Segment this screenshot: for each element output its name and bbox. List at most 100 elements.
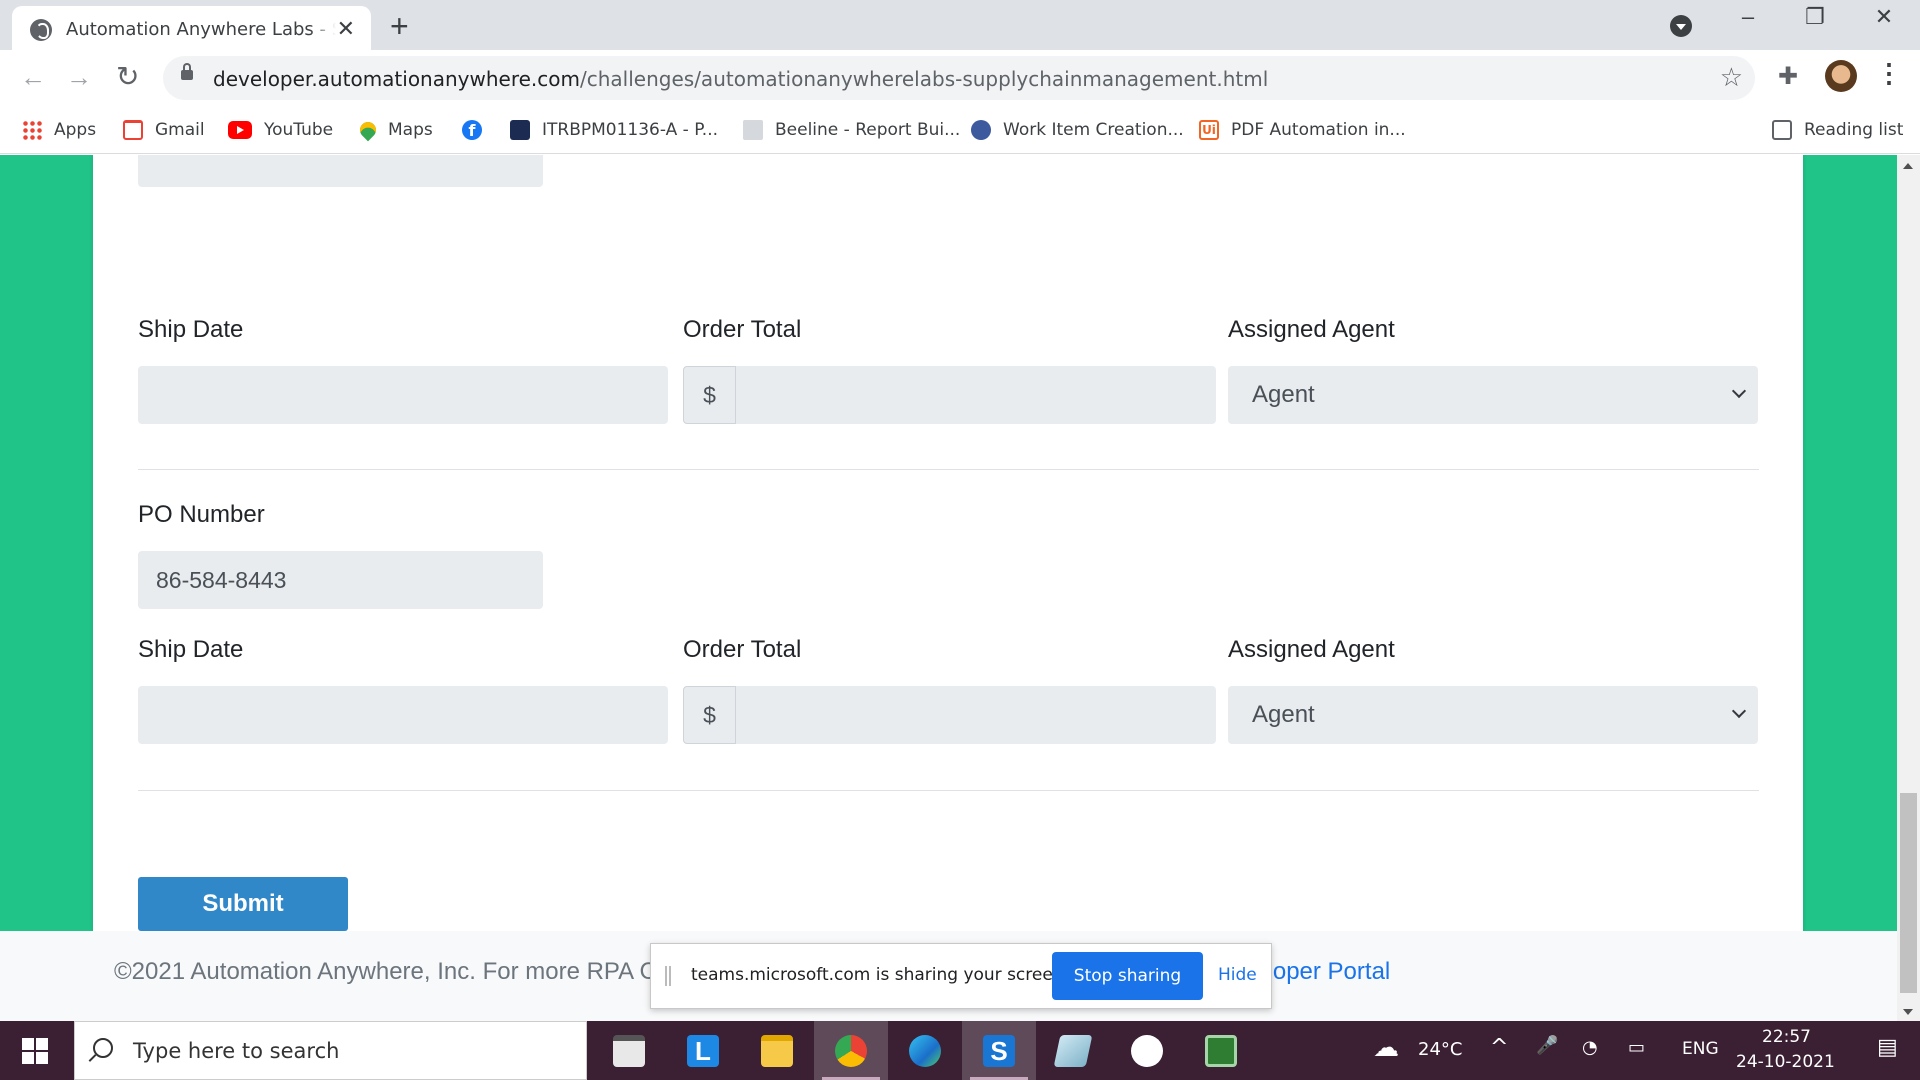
- address-bar[interactable]: developer.automationanywhere.com/challen…: [163, 56, 1755, 100]
- search-icon: [93, 1038, 113, 1058]
- agent-select-value: Agent: [1252, 381, 1315, 408]
- notifications-icon[interactable]: ▤: [1877, 1035, 1898, 1060]
- reload-icon[interactable]: ↻: [116, 60, 139, 93]
- system-tray: ☁ 24°C ^ 🎤 ◔ ▭ ENG 22:57 24-10-2021 ▤: [1360, 1021, 1920, 1080]
- weather-cloud-icon[interactable]: ☁: [1373, 1033, 1399, 1063]
- bookmark-work-item[interactable]: Work Item Creation...: [971, 118, 1184, 142]
- assigned-agent-select[interactable]: Agent: [1228, 686, 1758, 744]
- file-explorer-app[interactable]: [740, 1021, 814, 1080]
- tab-search-icon[interactable]: [1670, 15, 1692, 37]
- scroll-up-arrow-icon[interactable]: [1903, 163, 1913, 169]
- order-total-label: Order Total: [683, 636, 802, 663]
- order-total-field[interactable]: [736, 366, 1216, 424]
- chevron-down-icon: [1731, 703, 1747, 719]
- battery-icon[interactable]: ▭: [1628, 1037, 1645, 1058]
- clock-date[interactable]: 24-10-2021: [1736, 1052, 1835, 1072]
- restore-icon[interactable]: ❐: [1795, 4, 1835, 30]
- scroll-down-arrow-icon[interactable]: [1903, 1009, 1913, 1015]
- back-arrow-icon[interactable]: ←: [20, 62, 46, 93]
- chevron-down-icon: [1731, 383, 1747, 399]
- reading-list[interactable]: Reading list: [1772, 118, 1903, 142]
- gmail-icon: [123, 120, 143, 140]
- taskbar-search-box[interactable]: Type here to search: [74, 1021, 587, 1080]
- clock-time[interactable]: 22:57: [1762, 1027, 1811, 1047]
- reading-list-icon: [1772, 120, 1792, 140]
- dropbox-app[interactable]: [1110, 1021, 1184, 1080]
- forward-arrow-icon[interactable]: →: [66, 62, 92, 93]
- edge-app[interactable]: [888, 1021, 962, 1080]
- assigned-agent-label: Assigned Agent: [1228, 636, 1395, 663]
- windows-taskbar: Type here to search L S ☁ 24°C ^ 🎤 ◔ ▭ E…: [0, 1021, 1920, 1080]
- form-card: 40-092-6037 Ship Date Order Total Assign…: [93, 155, 1803, 1001]
- itr-icon: [510, 120, 530, 140]
- close-tab-icon[interactable]: ✕: [337, 16, 355, 42]
- folder-icon: [761, 1035, 793, 1067]
- ship-date-field[interactable]: [138, 686, 668, 744]
- tab-strip: Automation Anywhere Labs - Supply Chain …: [0, 0, 1920, 50]
- more-menu-icon[interactable]: ⋮: [1876, 60, 1902, 86]
- bookmark-pdf-automation[interactable]: Ui PDF Automation in...: [1199, 118, 1406, 142]
- ship-date-label: Ship Date: [138, 316, 244, 343]
- wifi-icon[interactable]: ◔: [1582, 1037, 1598, 1058]
- drag-handle-icon[interactable]: [665, 966, 671, 986]
- bookmarks-bar: Apps Gmail YouTube Maps f ITRBPM01136-A …: [0, 106, 1920, 154]
- windows-start-icon[interactable]: [22, 1038, 48, 1064]
- chrome-icon: [835, 1035, 867, 1067]
- browser-toolbar: ← → ↻ developer.automationanywhere.com/c…: [0, 50, 1920, 106]
- l-app-icon: L: [687, 1035, 719, 1067]
- bookmark-maps[interactable]: Maps: [356, 118, 433, 142]
- edge-icon: [909, 1035, 941, 1067]
- notes-icon: [1053, 1035, 1093, 1067]
- stop-sharing-button[interactable]: Stop sharing: [1052, 952, 1203, 1000]
- share-message: teams.microsoft.com is sharing your scre…: [691, 965, 1069, 985]
- vertical-scrollbar[interactable]: [1897, 155, 1920, 1021]
- language-indicator[interactable]: ENG: [1682, 1039, 1719, 1059]
- ship-date-label: Ship Date: [138, 636, 244, 663]
- microphone-icon[interactable]: 🎤: [1536, 1035, 1558, 1056]
- order-total-label: Order Total: [683, 316, 802, 343]
- prev-po-number-field[interactable]: 40-092-6037: [138, 155, 543, 187]
- tray-chevron-up-icon[interactable]: ^: [1490, 1035, 1508, 1060]
- developer-portal-link[interactable]: oper Portal: [1273, 958, 1390, 985]
- bookmark-gmail[interactable]: Gmail: [123, 118, 205, 142]
- minimize-icon[interactable]: –: [1728, 4, 1768, 30]
- globe-icon: [30, 19, 52, 41]
- bookmark-facebook[interactable]: f: [462, 118, 494, 142]
- bookmark-beeline[interactable]: Beeline - Report Bui...: [743, 118, 960, 142]
- s-app-icon: S: [983, 1035, 1015, 1067]
- order-total-field[interactable]: [736, 686, 1216, 744]
- weather-temp[interactable]: 24°C: [1418, 1039, 1462, 1060]
- po-number-label: PO Number: [138, 501, 265, 528]
- currency-addon: $: [683, 366, 736, 424]
- submit-button[interactable]: Submit: [138, 877, 348, 931]
- l-app[interactable]: L: [666, 1021, 740, 1080]
- ship-date-field[interactable]: [138, 366, 668, 424]
- notes-app[interactable]: [1036, 1021, 1110, 1080]
- profile-avatar[interactable]: [1825, 60, 1857, 92]
- screen-share-bar: teams.microsoft.com is sharing your scre…: [650, 943, 1272, 1009]
- media-app[interactable]: [1184, 1021, 1258, 1080]
- hide-share-bar-button[interactable]: Hide: [1218, 965, 1257, 985]
- browser-tab[interactable]: Automation Anywhere Labs - Supply Chain …: [12, 6, 371, 50]
- bookmark-youtube[interactable]: YouTube: [228, 118, 333, 142]
- assigned-agent-select[interactable]: Agent: [1228, 366, 1758, 424]
- scroll-thumb[interactable]: [1900, 793, 1917, 993]
- bookmark-apps[interactable]: Apps: [22, 118, 96, 142]
- facebook-icon: f: [462, 120, 482, 140]
- divider: [138, 790, 1759, 791]
- agent-select-value: Agent: [1252, 701, 1315, 728]
- new-tab-button[interactable]: +: [390, 8, 409, 45]
- extensions-puzzle-icon[interactable]: ✚: [1778, 62, 1798, 91]
- apps-grid-icon: [22, 120, 42, 140]
- beeline-icon: [743, 120, 763, 140]
- bookmark-itr[interactable]: ITRBPM01136-A - P...: [510, 118, 718, 142]
- po-number-field[interactable]: 86-584-8443: [138, 551, 543, 609]
- s-app[interactable]: S: [962, 1021, 1036, 1080]
- store-app[interactable]: [592, 1021, 666, 1080]
- chrome-app[interactable]: [814, 1021, 888, 1080]
- lock-icon: [181, 63, 193, 80]
- window-close-icon[interactable]: ✕: [1864, 4, 1904, 30]
- uipath-icon: Ui: [1199, 120, 1219, 140]
- currency-addon: $: [683, 686, 736, 744]
- bookmark-star-icon[interactable]: ☆: [1720, 62, 1743, 93]
